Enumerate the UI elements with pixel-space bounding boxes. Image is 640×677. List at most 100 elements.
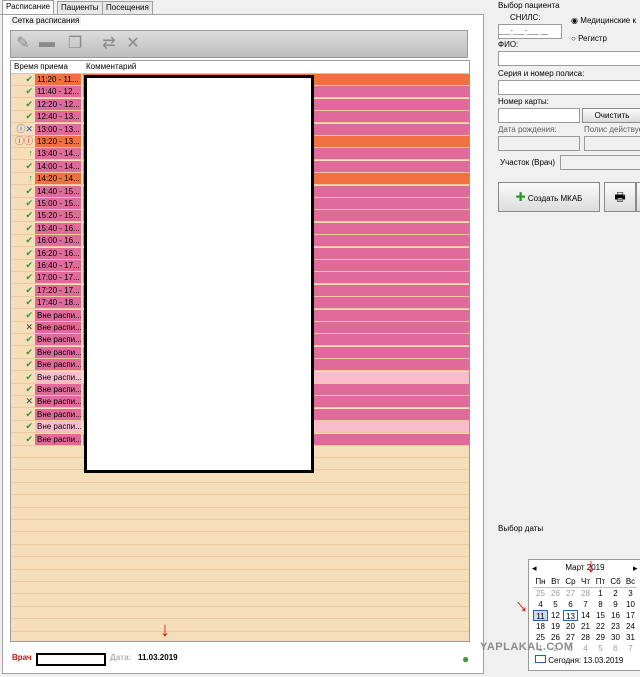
clear-button[interactable]: Очистить (582, 108, 640, 123)
time-cell: 16:00 - 16... (35, 235, 81, 247)
empty-row (11, 620, 469, 632)
create-mkab-button[interactable]: ✚ Создать МКАБ (498, 182, 600, 212)
radio-med-card[interactable]: ◉ Медицинские к (571, 16, 636, 25)
scroll-icon[interactable]: ❐ (64, 33, 86, 53)
calendar-day[interactable]: 15 (593, 610, 608, 621)
radio-register[interactable]: ○ Регистр (571, 34, 607, 43)
calendar-day[interactable]: 5 (593, 643, 608, 654)
calendar-day[interactable]: 7 (578, 599, 593, 610)
status-icon: ✔ (25, 235, 33, 246)
calendar-day[interactable]: 20 (563, 621, 578, 632)
empty-row (11, 632, 469, 641)
calendar-day[interactable]: 19 (548, 621, 563, 632)
close-icon[interactable]: ✕ (122, 33, 144, 53)
more-button[interactable] (636, 182, 640, 212)
time-cell: Вне распи... (35, 309, 81, 321)
calendar-day[interactable]: 4 (578, 643, 593, 654)
calendar-day[interactable]: 4 (533, 599, 548, 610)
doctor-name-redacted (36, 653, 106, 666)
empty-row (11, 545, 469, 558)
weekday-label: Ср (565, 577, 576, 586)
time-cell: Вне распи... (35, 421, 81, 433)
redacted-comment-box (84, 75, 314, 473)
empty-row (11, 570, 469, 582)
tab-patients[interactable]: Пациенты (57, 1, 103, 14)
card-input[interactable] (498, 108, 580, 123)
calendar-day[interactable]: 7 (623, 643, 638, 654)
calendar-day[interactable]: 29 (593, 632, 608, 643)
time-cell: Вне распи... (35, 408, 81, 420)
calendar-day[interactable]: 18 (533, 621, 548, 632)
refresh-icon[interactable]: ⇄ (98, 33, 120, 53)
weekday-label: Пт (595, 577, 606, 586)
calendar-day[interactable]: 8 (593, 599, 608, 610)
calendar-day[interactable]: 12 (548, 610, 563, 621)
calendar-day[interactable]: 22 (593, 621, 608, 632)
calendar-group-title: Выбор даты (498, 524, 544, 533)
calendar-day[interactable]: 2 (608, 588, 623, 599)
calendar-day[interactable]: 11 (533, 610, 548, 621)
empty-row (11, 533, 469, 545)
status-icon: ✔ (25, 222, 33, 233)
calendar-day[interactable]: 28 (578, 588, 593, 599)
calendar-day[interactable]: 28 (578, 632, 593, 643)
time-cell: 11:20 - 11... (35, 74, 81, 85)
time-cell: 13:00 - 13... (35, 123, 81, 135)
calendar-page-icon[interactable]: ▬ (36, 33, 58, 53)
time-cell: Вне распи... (35, 322, 81, 333)
status-icon: ✔ (25, 185, 33, 196)
print-button[interactable]: 🖶 (604, 182, 636, 212)
status-icon: ✔ (25, 111, 33, 122)
calendar-day[interactable]: 6 (608, 643, 623, 654)
calendar-day[interactable]: 24 (623, 621, 638, 632)
calendar-day[interactable]: 27 (563, 588, 578, 599)
calendar-day[interactable]: 21 (578, 621, 593, 632)
calendar-today[interactable]: Сегодня: 13.03.2019 (535, 655, 635, 665)
radio-reg-label: Регистр (578, 34, 607, 43)
calendar-day[interactable]: 30 (608, 632, 623, 643)
calendar-day[interactable]: 6 (563, 599, 578, 610)
time-cell: 12:20 - 12... (35, 98, 81, 110)
doctor-label: Врач (12, 653, 32, 662)
calendar-day[interactable]: 5 (548, 599, 563, 610)
tab-schedule[interactable]: Расписание (2, 0, 55, 15)
birth-input[interactable] (498, 136, 580, 151)
calendar-day[interactable]: 31 (623, 632, 638, 643)
calendar-day[interactable]: 26 (548, 588, 563, 599)
calendar-day[interactable]: 14 (578, 610, 593, 621)
calendar-day[interactable]: 13 (563, 610, 578, 621)
calendar-day[interactable]: 25 (533, 588, 548, 599)
district-select[interactable] (560, 155, 640, 170)
next-month-icon[interactable]: ▸ (633, 563, 638, 574)
calendar-day[interactable]: 23 (608, 621, 623, 632)
calendar-month[interactable]: Март 2019 (529, 563, 640, 572)
empty-row (11, 607, 469, 620)
edit-icon[interactable]: ✎ (12, 33, 34, 53)
calendar-day[interactable]: 17 (623, 610, 638, 621)
policy-valid-input[interactable] (584, 136, 640, 151)
col-comment-header: Комментарий (86, 62, 137, 71)
snils-input[interactable]: ___-___-___ __ (498, 24, 562, 39)
calendar-day[interactable]: 1 (593, 588, 608, 599)
grid-header: Время приема Комментарий (11, 61, 469, 74)
status-icon: ✔ (25, 260, 33, 270)
empty-row (11, 558, 469, 570)
calendar-day[interactable]: 10 (623, 599, 638, 610)
time-cell: 17:00 - 17... (35, 272, 81, 284)
weekday-label: Сб (610, 577, 621, 586)
status-icon: ✔ (25, 160, 33, 171)
time-cell: Вне распи... (35, 371, 81, 383)
radio-med-label: Медицинские к (580, 16, 636, 25)
status-icon: ✔ (25, 371, 33, 382)
time-cell: Вне распи... (35, 346, 81, 358)
policy-input[interactable] (498, 80, 640, 95)
calendar-day[interactable]: 9 (608, 599, 623, 610)
add-card-icon: ✚ (515, 190, 526, 204)
tab-visits[interactable]: Посещения (102, 1, 153, 14)
calendar-day[interactable]: 3 (623, 588, 638, 599)
time-cell: 11:40 - 12... (35, 86, 81, 98)
fio-input[interactable] (498, 51, 640, 66)
calendar-day[interactable]: 16 (608, 610, 623, 621)
time-cell: 12:40 - 13... (35, 111, 81, 123)
time-cell: 14:00 - 14... (35, 160, 81, 172)
